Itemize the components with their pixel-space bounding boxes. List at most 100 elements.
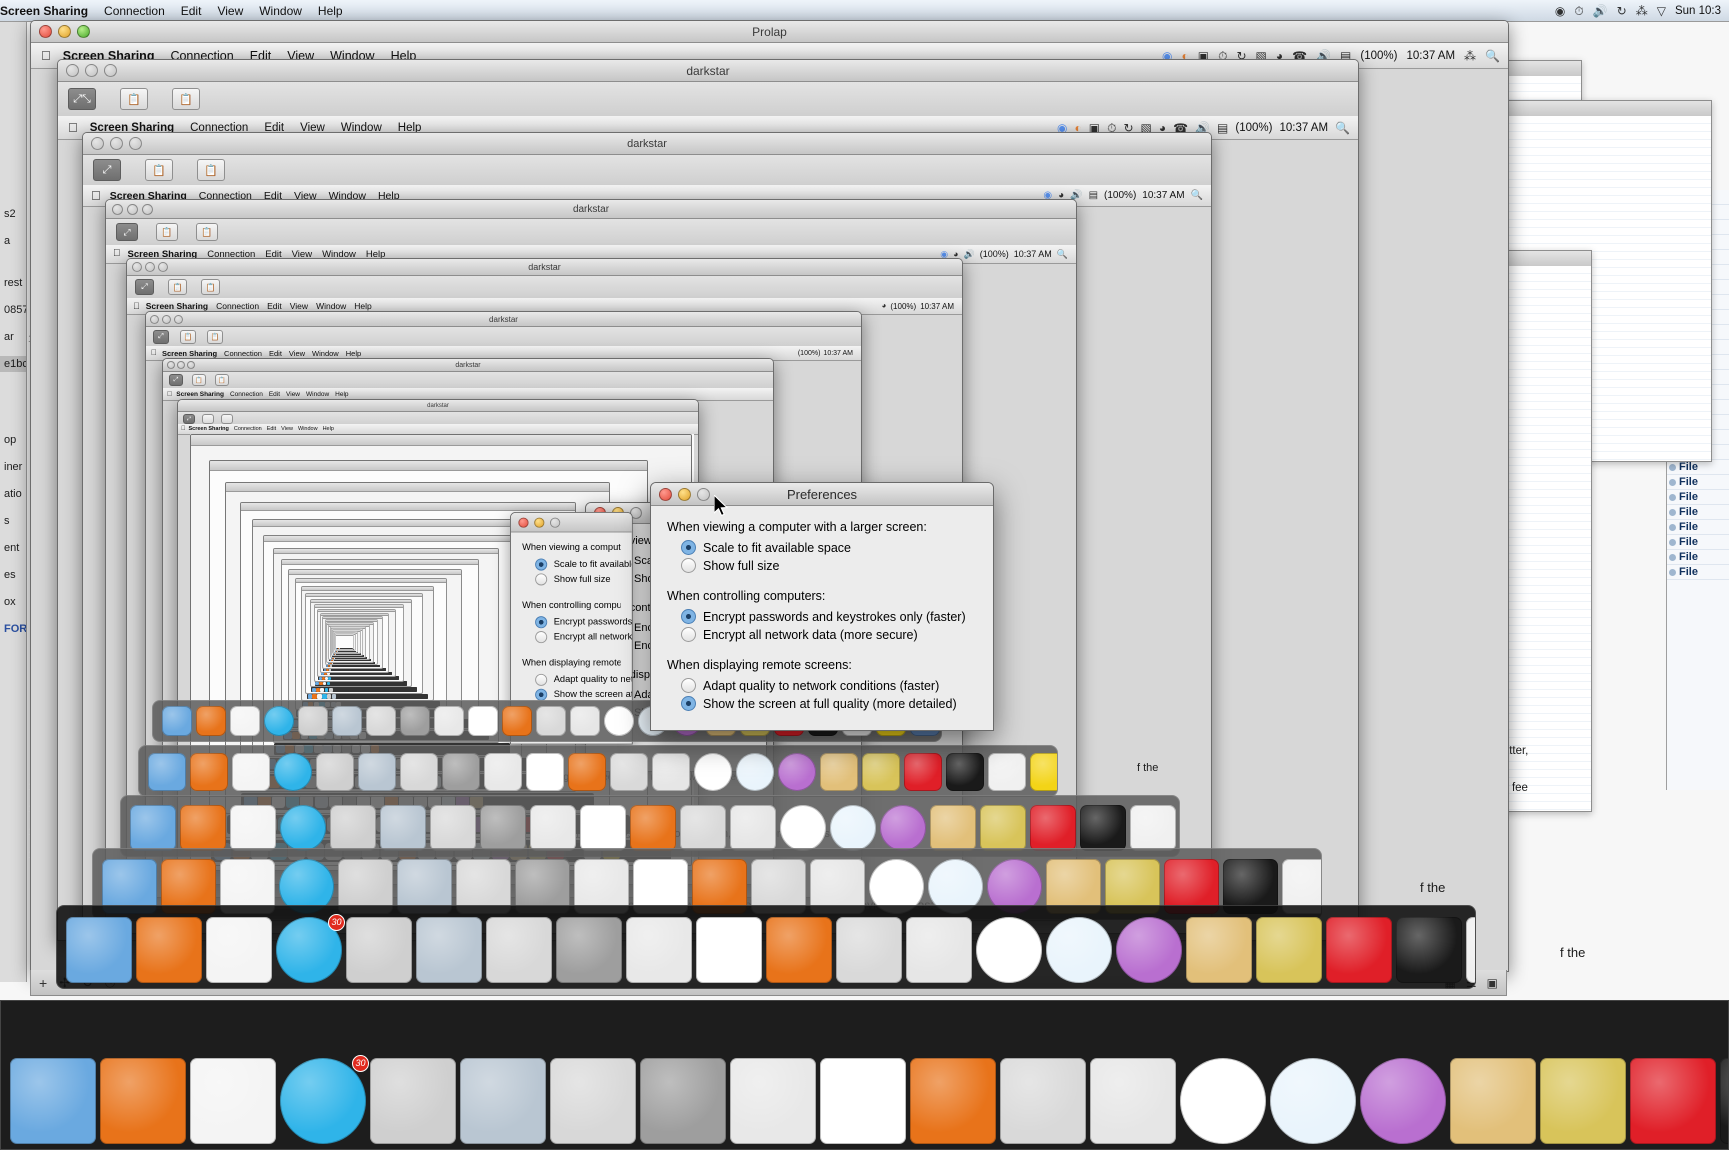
send-clipboard-icon[interactable]: 📋: [215, 374, 229, 386]
pineapple-icon[interactable]: [980, 805, 1026, 851]
menu-connection[interactable]: Connection: [216, 301, 259, 311]
menu-window[interactable]: Window: [306, 391, 329, 398]
get-clipboard-icon[interactable]: [202, 413, 214, 424]
dice-icon[interactable]: [1326, 917, 1392, 983]
send-clipboard-icon[interactable]: 📋: [172, 88, 200, 110]
minimize-button[interactable]: [145, 262, 155, 272]
close-button[interactable]: [167, 361, 175, 369]
penguin-icon[interactable]: [780, 805, 826, 851]
system-prefs-icon[interactable]: [556, 917, 622, 983]
radio-button[interactable]: [681, 678, 696, 693]
menu-window[interactable]: Window: [298, 426, 318, 432]
fullscreen-icon[interactable]: ⤢⤡: [68, 88, 96, 110]
fullscreen-icon[interactable]: ⤢: [153, 329, 169, 344]
airport-icon[interactable]: [1270, 1058, 1356, 1144]
vlc-icon[interactable]: [910, 1058, 996, 1144]
system-prefs-icon[interactable]: [442, 753, 480, 791]
menu-screen-sharing[interactable]: Screen Sharing: [146, 301, 208, 311]
minimize-button[interactable]: [110, 137, 123, 150]
zoom-button[interactable]: [549, 517, 561, 528]
darts-icon[interactable]: [1466, 917, 1475, 983]
host-menu-help[interactable]: Help: [318, 4, 343, 18]
fullscreen-icon[interactable]: ⤢: [183, 413, 195, 424]
dice-icon[interactable]: [904, 753, 942, 791]
close-button[interactable]: [66, 64, 79, 77]
finder-icon[interactable]: [66, 917, 132, 983]
pineapple-icon[interactable]: [1256, 917, 1322, 983]
close-button[interactable]: [518, 517, 529, 528]
firefox-icon[interactable]: [100, 1058, 186, 1144]
menu-view[interactable]: View: [286, 391, 300, 398]
globe-icon[interactable]: [1116, 917, 1182, 983]
sidebar-item[interactable]: op: [0, 432, 26, 448]
uploader-arrow-icon[interactable]: [434, 706, 464, 736]
close-button[interactable]: [91, 137, 104, 150]
vlc-icon[interactable]: [502, 706, 532, 736]
menu-screen-sharing[interactable]: Screen Sharing: [189, 426, 229, 432]
minimize-button[interactable]: [534, 517, 545, 528]
cd-icon[interactable]: [652, 753, 690, 791]
get-clipboard-icon[interactable]: 📋: [145, 159, 173, 181]
menubar-clock[interactable]: 10:37 AM: [1279, 122, 1328, 134]
minimize-button[interactable]: [177, 361, 185, 369]
menu-view[interactable]: View: [281, 426, 293, 432]
send-clipboard-icon[interactable]: 📋: [201, 279, 220, 295]
flickr-icon[interactable]: [820, 1058, 906, 1144]
window-titlebar[interactable]: darkstar: [58, 60, 1358, 82]
system-prefs-icon[interactable]: [400, 706, 430, 736]
radio-button[interactable]: [535, 631, 548, 644]
close-button[interactable]: [150, 314, 159, 324]
bluetooth-icon[interactable]: ⁂: [1636, 5, 1648, 17]
window-controls[interactable]: [91, 137, 142, 150]
terminal-icon[interactable]: [1080, 805, 1126, 851]
vlc-icon[interactable]: [568, 753, 606, 791]
sidebar-item[interactable]: atio: [0, 486, 26, 502]
radio-button[interactable]: [681, 696, 696, 711]
skype-icon[interactable]: [264, 706, 294, 736]
uploader-arrow-icon[interactable]: [484, 753, 522, 791]
cocktail-icon[interactable]: [1450, 1058, 1536, 1144]
minimize-button[interactable]: [678, 487, 691, 501]
file-list-item[interactable]: File: [1667, 490, 1729, 505]
close-button[interactable]: [659, 487, 672, 501]
opml-icon[interactable]: [232, 753, 270, 791]
opml-icon[interactable]: [190, 1058, 276, 1144]
skype-icon[interactable]: 30: [280, 1055, 369, 1144]
battery-icon[interactable]: ▤: [1089, 190, 1098, 201]
penguin-icon[interactable]: [694, 753, 732, 791]
uploader-arrow-icon[interactable]: [730, 1058, 816, 1144]
host-clock[interactable]: Sun 10:3: [1675, 5, 1721, 17]
file-list-item[interactable]: File: [1667, 565, 1729, 580]
satellite-icon[interactable]: [316, 753, 354, 791]
remote-desktop-icon[interactable]: [358, 753, 396, 791]
itunes-icon[interactable]: [680, 805, 726, 851]
minimize-button[interactable]: [127, 203, 138, 215]
flickr-icon[interactable]: [696, 917, 762, 983]
cocktail-icon[interactable]: [930, 805, 976, 851]
menu-view[interactable]: View: [289, 349, 305, 358]
screen-sharing-toolbar[interactable]: ⤢ 📋 📋: [163, 372, 773, 389]
itunes-icon[interactable]: [1000, 1058, 1086, 1144]
file-list-item[interactable]: File: [1667, 520, 1729, 535]
terminal-icon[interactable]: [946, 753, 984, 791]
satellite-icon[interactable]: [330, 805, 376, 851]
minimize-button[interactable]: [58, 25, 71, 38]
satellite-icon[interactable]: [298, 706, 328, 736]
preferences-dialog[interactable]: Preferences When viewing a computer with…: [650, 482, 994, 731]
host-menubar[interactable]: Screen Sharing Connection Edit View Wind…: [0, 0, 1729, 22]
radio-button[interactable]: [535, 688, 548, 701]
menu-view[interactable]: View: [290, 301, 308, 311]
finder-icon[interactable]: [162, 706, 192, 736]
dice-icon[interactable]: [1030, 805, 1076, 851]
apple-icon[interactable]: : [113, 249, 121, 259]
coverflow-view-icon[interactable]: ▣: [1487, 976, 1498, 990]
cd-icon[interactable]: [1090, 1058, 1176, 1144]
window-controls[interactable]: [112, 203, 153, 215]
zoom-button[interactable]: [104, 64, 117, 77]
clock-icon[interactable]: ⏱: [1574, 5, 1583, 17]
screen-sharing-toolbar[interactable]: ⤢ 📋 📋: [83, 155, 1211, 186]
window-titlebar[interactable]: darkstar: [178, 400, 698, 412]
airport-icon[interactable]: [1046, 917, 1112, 983]
search-icon[interactable]: 🔍: [1335, 122, 1350, 134]
remote-desktop-icon[interactable]: [332, 706, 362, 736]
